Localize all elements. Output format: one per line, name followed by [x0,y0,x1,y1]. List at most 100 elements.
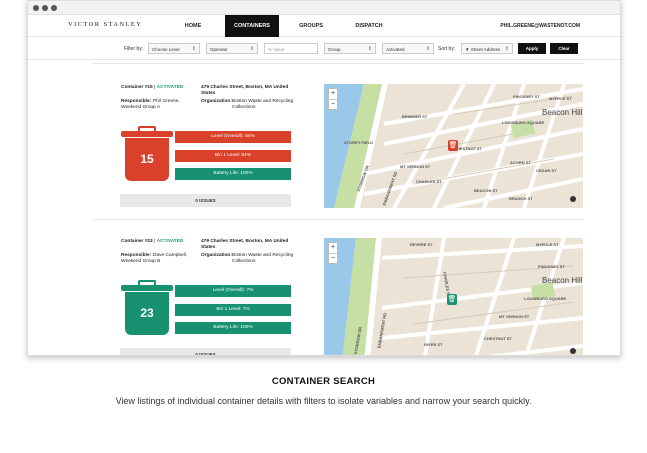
map-view[interactable]: PINCKNEY ST MYRTLE ST LOUISBURG SQUARE M… [324,84,583,208]
trash-bin-icon: 15 [121,126,173,188]
map-street-label: MYRTLE ST [549,96,572,101]
bin-lid [121,131,173,137]
battery-bar: Battery Life: 100% [175,322,291,334]
trash-pin-icon[interactable]: 🗑 [447,294,457,305]
bin-number: 15 [125,138,169,181]
divider [93,63,583,64]
map-street-label: PINCKNEY ST [513,94,540,99]
level-select-value: Choose Level [152,47,180,52]
group-select-value: Group [328,47,341,52]
zoom-out-button[interactable]: − [329,253,337,263]
map-zoom-control: + − [328,242,338,264]
bin-number: 23 [125,292,169,335]
zoom-in-button[interactable]: + [329,243,337,253]
map-street-label: CEDAR ST [536,168,557,173]
map-info-icon[interactable] [570,348,576,354]
nav-containers[interactable]: CONTAINERS [225,15,279,37]
organization-label-text: Organization: [201,253,232,258]
container-title[interactable]: Container #23 | ACTIVATED [121,239,191,245]
organization-label-text: Organization: [201,99,232,104]
brand-logo[interactable]: VICTOR STANLEY [68,21,142,28]
map-area-label: Beacon Hill [542,276,583,285]
map-street-label: BRIMMER ST [402,114,428,119]
map-street-label: CHESTNUT ST [454,146,482,151]
address-text: 479 Charles Street, Boston, MA United St… [201,85,289,96]
chevron-updown-icon: ⇕ [367,46,372,52]
map-street-label: LOUISBURG SQUARE [502,120,545,125]
container-address: 479 Charles Street, Boston, MA United St… [201,239,293,251]
sort-select[interactable]: ▼ Street Address ⇕ [461,43,513,54]
nav-home[interactable]: HOME [168,15,218,37]
organization-label: Organization: [201,253,232,259]
sort-by-label: Sort by: [438,46,456,52]
map-street-label: BRANCH ST [509,196,533,201]
status-select[interactable]: Activated ⇕ [382,43,434,54]
bin1-level-bar: Bin 1 Level: 7% [175,304,291,316]
group-select[interactable]: Group ⇕ [324,43,376,54]
map-street-label: CHESTNUT ST [484,336,512,341]
trash-bin-icon: 23 [121,280,173,342]
organization-label: Organization: [201,99,232,105]
address-text: 479 Charles Street, Boston, MA United St… [201,239,289,250]
brand-logo-text: VICTOR STANLEY [68,21,143,28]
window-dot-icon[interactable] [51,5,57,11]
map-street-label: MT VERNON ST [400,164,431,169]
responsible-name: Dave Campbell, Weekend Group B [121,253,188,264]
chevron-updown-icon: ⇕ [191,46,196,52]
zoom-out-button[interactable]: − [329,99,337,109]
user-account[interactable]: PHIL.GREENE@WASTENOT.COM [500,15,580,37]
value-input[interactable]: % Value [264,43,318,54]
window-dot-icon[interactable] [42,5,48,11]
filter-by-label: Filter by: [124,46,144,52]
top-nav: VICTOR STANLEY HOME CONTAINERS GROUPS DI… [28,15,620,37]
issues-button[interactable]: 0 ISSUES [120,194,291,207]
nav-groups[interactable]: GROUPS [286,15,336,37]
zoom-in-button[interactable]: + [329,89,337,99]
container-address: 479 Charles Street, Boston, MA United St… [201,85,293,97]
filter-bar: Filter by: Choose Level ⇕ Operator ⇕ % Val… [28,38,620,60]
status-badge: ACTIVATED [156,239,184,244]
window-dot-icon[interactable] [33,5,39,11]
responsible-name: Phil Greene, Weekend Group A [121,99,180,110]
map-info-icon[interactable] [570,196,576,202]
container-card: Container #23 | ACTIVATED 479 Charles St… [93,238,583,355]
organization-value: Boston Waste and Recycling Collections [232,99,294,110]
browser-titlebar [28,1,620,15]
map-street-label: LOUISBURG SQUARE [524,296,567,301]
map-street-label: STOREY FIELD [344,140,373,145]
issues-button[interactable]: 0 ISSUES [120,348,291,355]
battery-bar: Battery Life: 100% [175,168,291,180]
status-select-value: Activated [386,47,405,52]
sort-select-value: ▼ Street Address [465,47,501,52]
caption-title: CONTAINER SEARCH [271,376,376,387]
organization-value: Boston Waste and Recycling Collections [232,253,294,264]
map-street-label: MT VERNON ST [499,314,530,319]
map-street-label: RIVER ST [424,342,443,347]
browser-window: VICTOR STANLEY HOME CONTAINERS GROUPS DI… [27,0,621,356]
trash-pin-icon[interactable]: 🗑 [448,140,458,151]
level-select[interactable]: Choose Level ⇕ [148,43,200,54]
level-overall-bar: Level (Overall): 84% [175,131,291,143]
chevron-updown-icon: ⇕ [249,46,254,52]
map-zoom-control: + − [328,88,338,110]
apply-button[interactable]: Apply [518,43,546,54]
bin-lid [121,285,173,291]
chevron-updown-icon: ⇕ [504,46,509,52]
bin1-level-bar: Bin 1 Level: 84% [175,150,291,162]
operator-select-value: Operator [210,47,228,52]
map-street-label: BEACON ST [474,188,498,193]
caption-text: View listings of individual container de… [115,396,532,406]
map-street-label: REVERE ST [410,242,433,247]
clear-button[interactable]: Clear [550,43,578,54]
status-badge: ACTIVATED [156,85,184,90]
map-street-label: PINCKNEY ST [538,264,565,269]
container-title[interactable]: Container #15 | ACTIVATED [121,85,191,91]
level-overall-bar: Level (Overall): 7% [175,285,291,297]
map-street-label: ACORN ST [510,160,531,165]
container-card: Container #15 | ACTIVATED 479 Charles St… [93,84,583,208]
map-view[interactable]: REVERE ST MYRTLE ST PINCKNEY ST LOUISBUR… [324,238,583,355]
operator-select[interactable]: Operator ⇕ [206,43,258,54]
nav-dispatch[interactable]: DISPATCH [342,15,396,37]
divider [93,219,583,220]
map-street-label: MYRTLE ST [536,242,559,247]
